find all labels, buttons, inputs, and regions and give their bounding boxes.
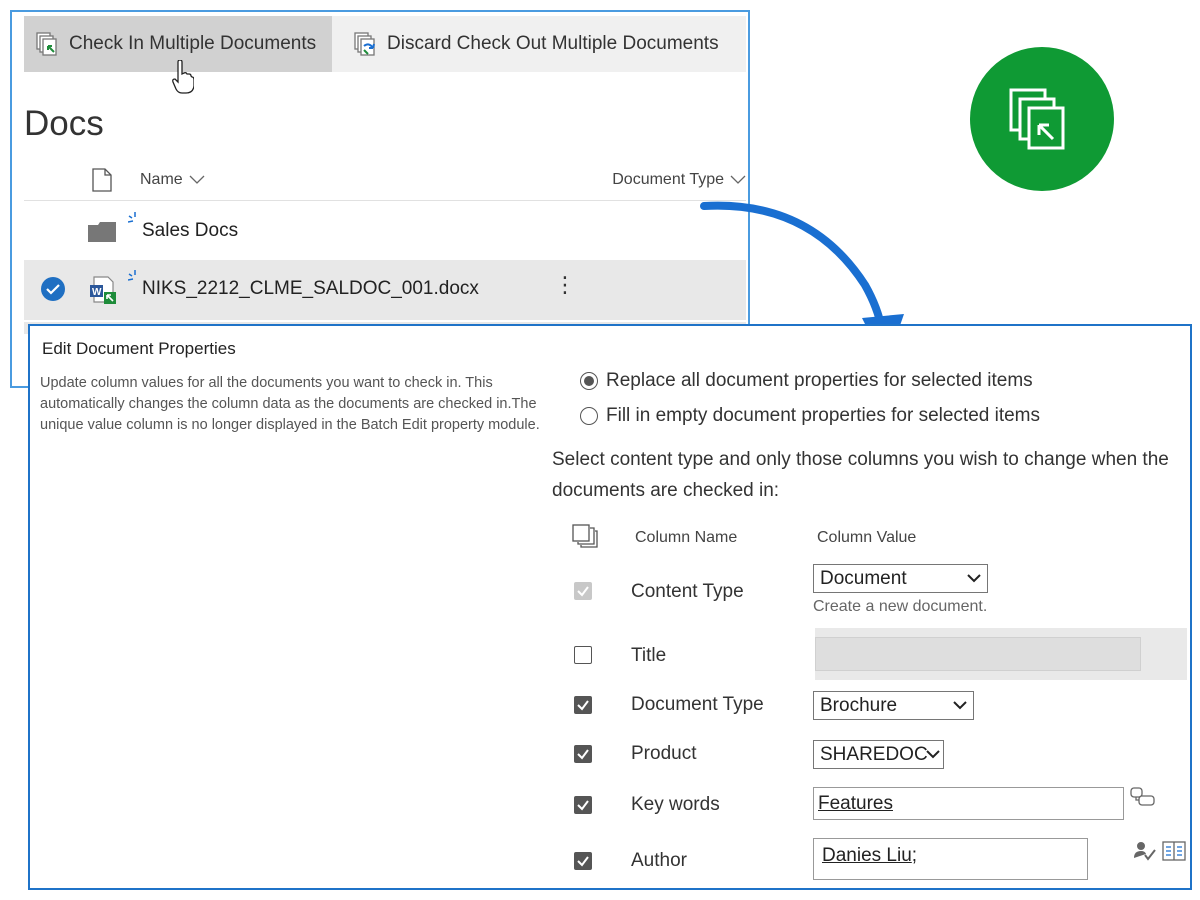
product-value: SHAREDOC: [820, 743, 928, 765]
chevron-down-icon: [967, 574, 981, 583]
selected-check-icon[interactable]: [40, 276, 66, 302]
item-name[interactable]: NIKS_2212_CLME_SALDOC_001.docx: [142, 278, 479, 300]
title-input[interactable]: [815, 637, 1141, 671]
key-words-checkbox[interactable]: [574, 796, 592, 814]
select-all-columns-icon[interactable]: [572, 524, 598, 548]
edit-document-properties-panel: Edit Document Properties Update column v…: [28, 324, 1192, 890]
panel-description: Update column values for all the documen…: [40, 375, 540, 433]
replace-all-label: Replace all document properties for sele…: [606, 370, 1033, 391]
author-label: Author: [631, 850, 687, 871]
content-type-checkbox: [574, 582, 592, 600]
chevron-down-icon: [953, 701, 967, 710]
document-type-select[interactable]: Brochure: [813, 691, 974, 720]
fill-empty-option[interactable]: Fill in empty document properties for se…: [580, 405, 1040, 427]
word-checked-out-icon: W: [90, 276, 116, 304]
fill-empty-label: Fill in empty document properties for se…: [606, 405, 1041, 426]
radio-selected[interactable]: [580, 372, 598, 390]
product-checkbox[interactable]: [574, 745, 592, 763]
list-item-folder[interactable]: Sales Docs: [24, 202, 746, 262]
title-checkbox[interactable]: [574, 646, 592, 664]
library-title: Docs: [24, 104, 104, 143]
document-type-checkbox[interactable]: [574, 696, 592, 714]
document-type-value: Brochure: [820, 694, 898, 716]
discard-checkout-multiple-label: Discard Check Out Multiple Documents: [387, 33, 719, 54]
name-column-label: Name: [140, 171, 183, 188]
content-type-select[interactable]: Document: [813, 564, 988, 593]
check-in-feature-badge: [970, 47, 1114, 191]
author-separator: ;: [911, 845, 918, 866]
new-item-sparkle-icon: [128, 270, 136, 281]
file-type-icon[interactable]: [92, 168, 112, 192]
instructions-text: Select content type and only those colum…: [552, 449, 1169, 501]
discard-checkout-docs-icon: [354, 32, 375, 56]
manage-terms-icon[interactable]: [1130, 786, 1156, 808]
replace-all-option[interactable]: Replace all document properties for sele…: [580, 370, 1033, 392]
check-names-icon[interactable]: [1133, 840, 1157, 862]
address-book-icon[interactable]: [1162, 840, 1188, 862]
key-words-label: Key words: [631, 794, 720, 815]
content-type-value: Document: [820, 567, 907, 589]
column-name-header: Column Name: [635, 529, 738, 546]
product-select[interactable]: SHAREDOC: [813, 740, 944, 769]
new-item-sparkle-icon: [128, 212, 136, 223]
product-label: Product: [631, 743, 697, 764]
author-checkbox[interactable]: [574, 852, 592, 870]
document-type-column-header[interactable]: Document Type: [612, 171, 746, 189]
more-options-icon[interactable]: ⋮: [554, 274, 576, 296]
author-input[interactable]: Danies Liu;: [813, 838, 1088, 880]
author-value: Danies Liu: [822, 845, 912, 866]
header-divider: [24, 200, 746, 201]
radio-unselected[interactable]: [580, 407, 598, 425]
item-name[interactable]: Sales Docs: [142, 220, 238, 242]
list-item-file[interactable]: W NIKS_2212_CLME_SALDOC_001.docx ⋮: [24, 260, 746, 320]
list-column-header: Name Document Type: [24, 162, 746, 202]
key-words-value: Features: [818, 792, 893, 814]
folder-icon: [88, 222, 116, 242]
chevron-down-icon: [189, 175, 205, 184]
check-in-docs-icon: [36, 32, 57, 56]
content-type-help: Create a new document.: [813, 598, 988, 615]
name-column-header[interactable]: Name: [140, 171, 205, 189]
column-value-header: Column Value: [817, 529, 917, 546]
panel-title: Edit Document Properties: [42, 339, 236, 358]
title-field-band: [815, 628, 1187, 680]
content-type-label: Content Type: [631, 581, 744, 602]
chevron-down-icon: [926, 750, 940, 759]
key-words-input[interactable]: Features: [813, 787, 1124, 820]
chevron-down-icon: [730, 175, 746, 184]
discard-checkout-multiple-button[interactable]: Discard Check Out Multiple Documents: [332, 16, 746, 72]
document-type-label: Document Type: [631, 694, 764, 715]
hand-cursor-icon: [172, 60, 194, 94]
title-label: Title: [631, 645, 667, 666]
svg-text:W: W: [92, 287, 102, 298]
document-type-column-label: Document Type: [612, 171, 724, 188]
check-in-multiple-icon: [1009, 88, 1065, 150]
command-bar: Check In Multiple Documents Discard Chec…: [24, 16, 746, 94]
check-in-multiple-label: Check In Multiple Documents: [69, 33, 317, 54]
